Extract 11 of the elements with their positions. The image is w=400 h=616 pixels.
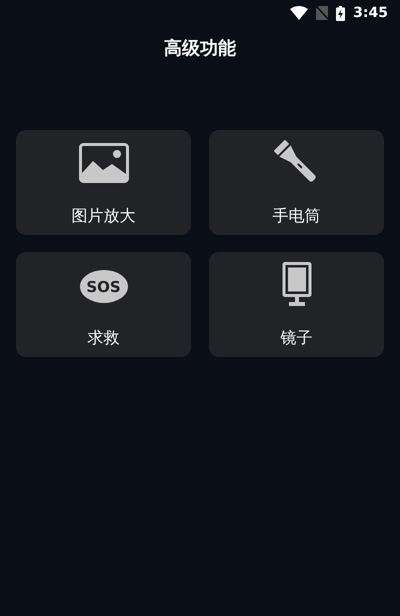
feature-tile[interactable]: 图片放大 bbox=[16, 130, 191, 235]
page-title: 高级功能 bbox=[163, 37, 237, 61]
battery-charging-icon bbox=[336, 6, 346, 20]
feature-tile[interactable]: 镜子 bbox=[209, 252, 384, 357]
wifi-icon bbox=[290, 6, 308, 20]
picture-frame-icon bbox=[78, 140, 128, 186]
sos-icon: SOS bbox=[80, 270, 128, 303]
feature-tile[interactable]: SOS 求救 bbox=[16, 252, 191, 357]
status-time: 3:45 bbox=[353, 5, 388, 21]
feature-tile[interactable]: 手电筒 bbox=[209, 130, 384, 235]
no-sim-icon bbox=[316, 6, 328, 20]
